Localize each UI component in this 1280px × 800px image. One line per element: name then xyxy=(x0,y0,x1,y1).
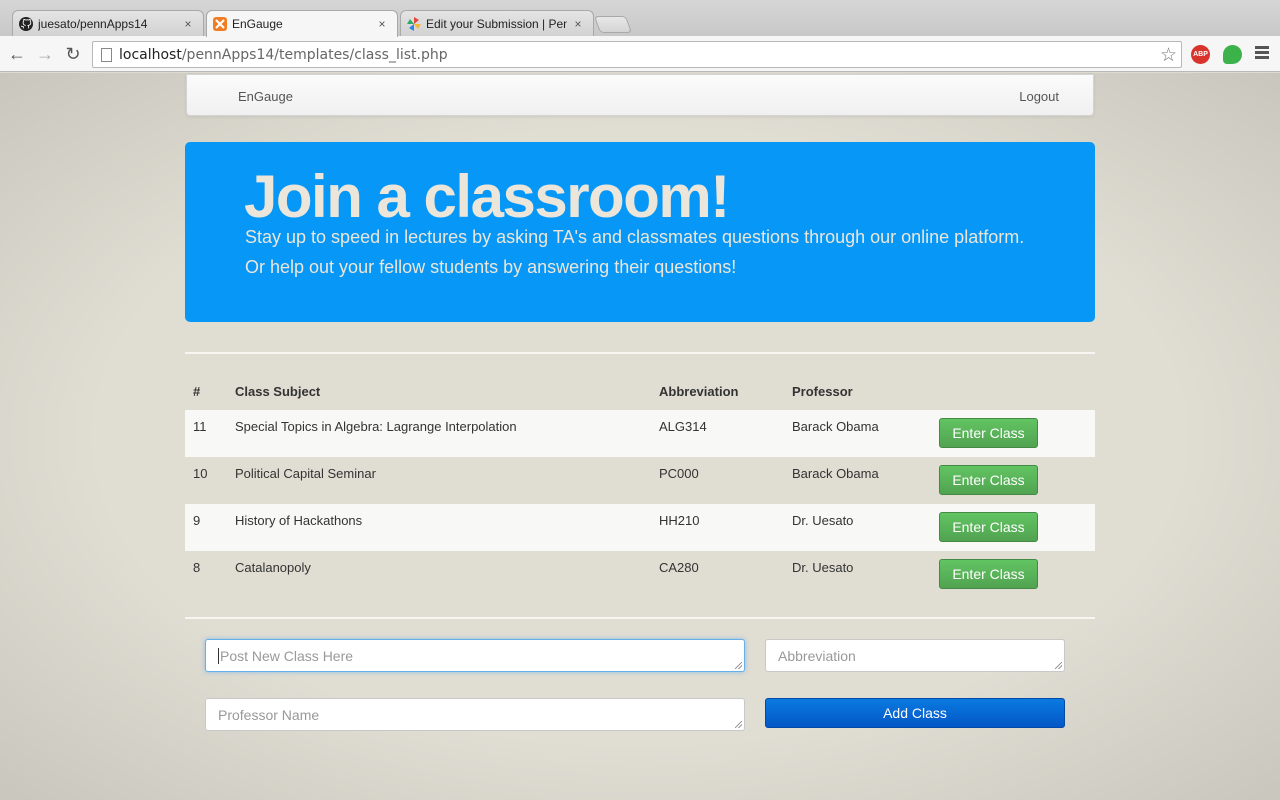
table-row: 11 Special Topics in Algebra: Lagrange I… xyxy=(185,410,1095,457)
hero-title: Join a classroom! xyxy=(244,163,730,230)
row-abbreviation: HH210 xyxy=(651,504,784,551)
class-table: # Class Subject Abbreviation Professor 1… xyxy=(185,373,1095,598)
professor-name-input[interactable]: Professor Name xyxy=(205,698,745,731)
resize-handle-icon[interactable] xyxy=(735,721,742,728)
text-caret xyxy=(218,648,219,664)
row-number: 11 xyxy=(185,410,227,457)
abbreviation-input[interactable]: Abbreviation xyxy=(765,639,1065,672)
enter-class-button[interactable]: Enter Class xyxy=(939,418,1038,448)
tab-github[interactable]: juesato/pennApps14 × xyxy=(12,10,204,36)
header-professor: Professor xyxy=(792,384,853,399)
header-abbreviation: Abbreviation xyxy=(659,384,739,399)
reload-icon[interactable]: ↻ xyxy=(62,43,84,65)
hero-description: Stay up to speed in lectures by asking T… xyxy=(245,227,1025,277)
bookmark-star-icon[interactable]: ☆ xyxy=(1160,44,1177,67)
enter-class-button[interactable]: Enter Class xyxy=(939,465,1038,495)
table-row: 10 Political Capital Seminar PC000 Barac… xyxy=(185,457,1095,504)
row-action: Enter Class xyxy=(931,551,1095,598)
row-subject: Catalanopoly xyxy=(235,560,311,575)
address-bar[interactable]: localhost/pennApps14/templates/class_lis… xyxy=(92,41,1182,68)
tab-engauge[interactable]: EnGauge × xyxy=(206,10,398,37)
tab-title: Edit your Submission | Pen xyxy=(426,16,567,31)
chrome-menu-icon[interactable] xyxy=(1255,46,1269,61)
row-number: 8 xyxy=(193,560,201,575)
row-abbreviation: CA280 xyxy=(659,560,699,575)
url-text: localhost/pennApps14/templates/class_lis… xyxy=(119,47,448,63)
header-action xyxy=(931,373,1095,410)
row-abbreviation: ALG314 xyxy=(651,410,784,457)
table-row: 9 History of Hackathons HH210 Dr. Uesato… xyxy=(185,504,1095,551)
tab-title: juesato/pennApps14 xyxy=(38,16,148,31)
github-icon xyxy=(19,16,33,31)
abbreviation-placeholder: Abbreviation xyxy=(778,648,856,664)
tab-title: EnGauge xyxy=(232,17,283,31)
divider xyxy=(185,617,1095,619)
url-host: localhost xyxy=(119,47,182,63)
row-number: 9 xyxy=(185,504,227,551)
hero-banner: Join a classroom! Stay up to speed in le… xyxy=(185,142,1095,322)
tab-submission[interactable]: Edit your Submission | Pen × xyxy=(400,10,594,36)
forward-arrow-icon[interactable]: → xyxy=(34,43,56,65)
row-subject: Special Topics in Algebra: Lagrange Inte… xyxy=(227,410,651,457)
row-number: 10 xyxy=(193,466,208,481)
close-tab-icon[interactable]: × xyxy=(181,17,195,31)
resize-handle-icon[interactable] xyxy=(1055,662,1062,669)
resize-handle-icon[interactable] xyxy=(735,662,742,669)
browser-tab-strip: juesato/pennApps14 × EnGauge × Edit your… xyxy=(0,0,1280,37)
row-professor: Dr. Uesato xyxy=(792,560,854,575)
new-tab-button[interactable] xyxy=(593,16,633,33)
row-professor: Dr. Uesato xyxy=(784,504,931,551)
row-subject: Political Capital Seminar xyxy=(235,466,376,481)
header-number: # xyxy=(193,384,201,399)
divider xyxy=(185,352,1095,354)
xampp-icon xyxy=(213,17,227,31)
row-action: Enter Class xyxy=(931,504,1095,551)
row-subject: History of Hackathons xyxy=(227,504,651,551)
evernote-leaf-icon[interactable] xyxy=(1223,45,1242,64)
row-action: Enter Class xyxy=(931,457,1095,504)
row-professor: Barack Obama xyxy=(792,466,879,481)
row-action: Enter Class xyxy=(931,410,1095,457)
brand-link[interactable]: EnGauge xyxy=(238,89,293,104)
browser-toolbar: ← → ↻ localhost/pennApps14/templates/cla… xyxy=(0,36,1280,72)
header-class-subject: Class Subject xyxy=(235,384,321,399)
row-professor: Barack Obama xyxy=(784,410,931,457)
close-tab-icon[interactable]: × xyxy=(375,17,389,31)
add-class-button[interactable]: Add Class xyxy=(765,698,1065,728)
page-content: EnGauge Logout Join a classroom! Stay up… xyxy=(0,73,1280,800)
professor-placeholder: Professor Name xyxy=(218,707,320,723)
pinwheel-icon xyxy=(407,16,421,31)
back-arrow-icon[interactable]: ← xyxy=(6,43,28,65)
table-row: 8 Catalanopoly CA280 Dr. Uesato Enter Cl… xyxy=(185,551,1095,598)
logout-link[interactable]: Logout xyxy=(1019,89,1059,104)
row-abbreviation: PC000 xyxy=(659,466,699,481)
url-path: /pennApps14/templates/class_list.php xyxy=(181,47,448,63)
enter-class-button[interactable]: Enter Class xyxy=(939,559,1038,589)
adblock-icon[interactable]: ABP xyxy=(1191,45,1210,64)
table-header-row: # Class Subject Abbreviation Professor xyxy=(185,373,1095,410)
page-icon xyxy=(101,48,112,62)
enter-class-button[interactable]: Enter Class xyxy=(939,512,1038,542)
new-class-input[interactable]: Post New Class Here xyxy=(205,639,745,672)
close-tab-icon[interactable]: × xyxy=(571,17,585,31)
site-navbar: EnGauge Logout xyxy=(186,74,1094,116)
new-class-placeholder: Post New Class Here xyxy=(220,648,354,664)
